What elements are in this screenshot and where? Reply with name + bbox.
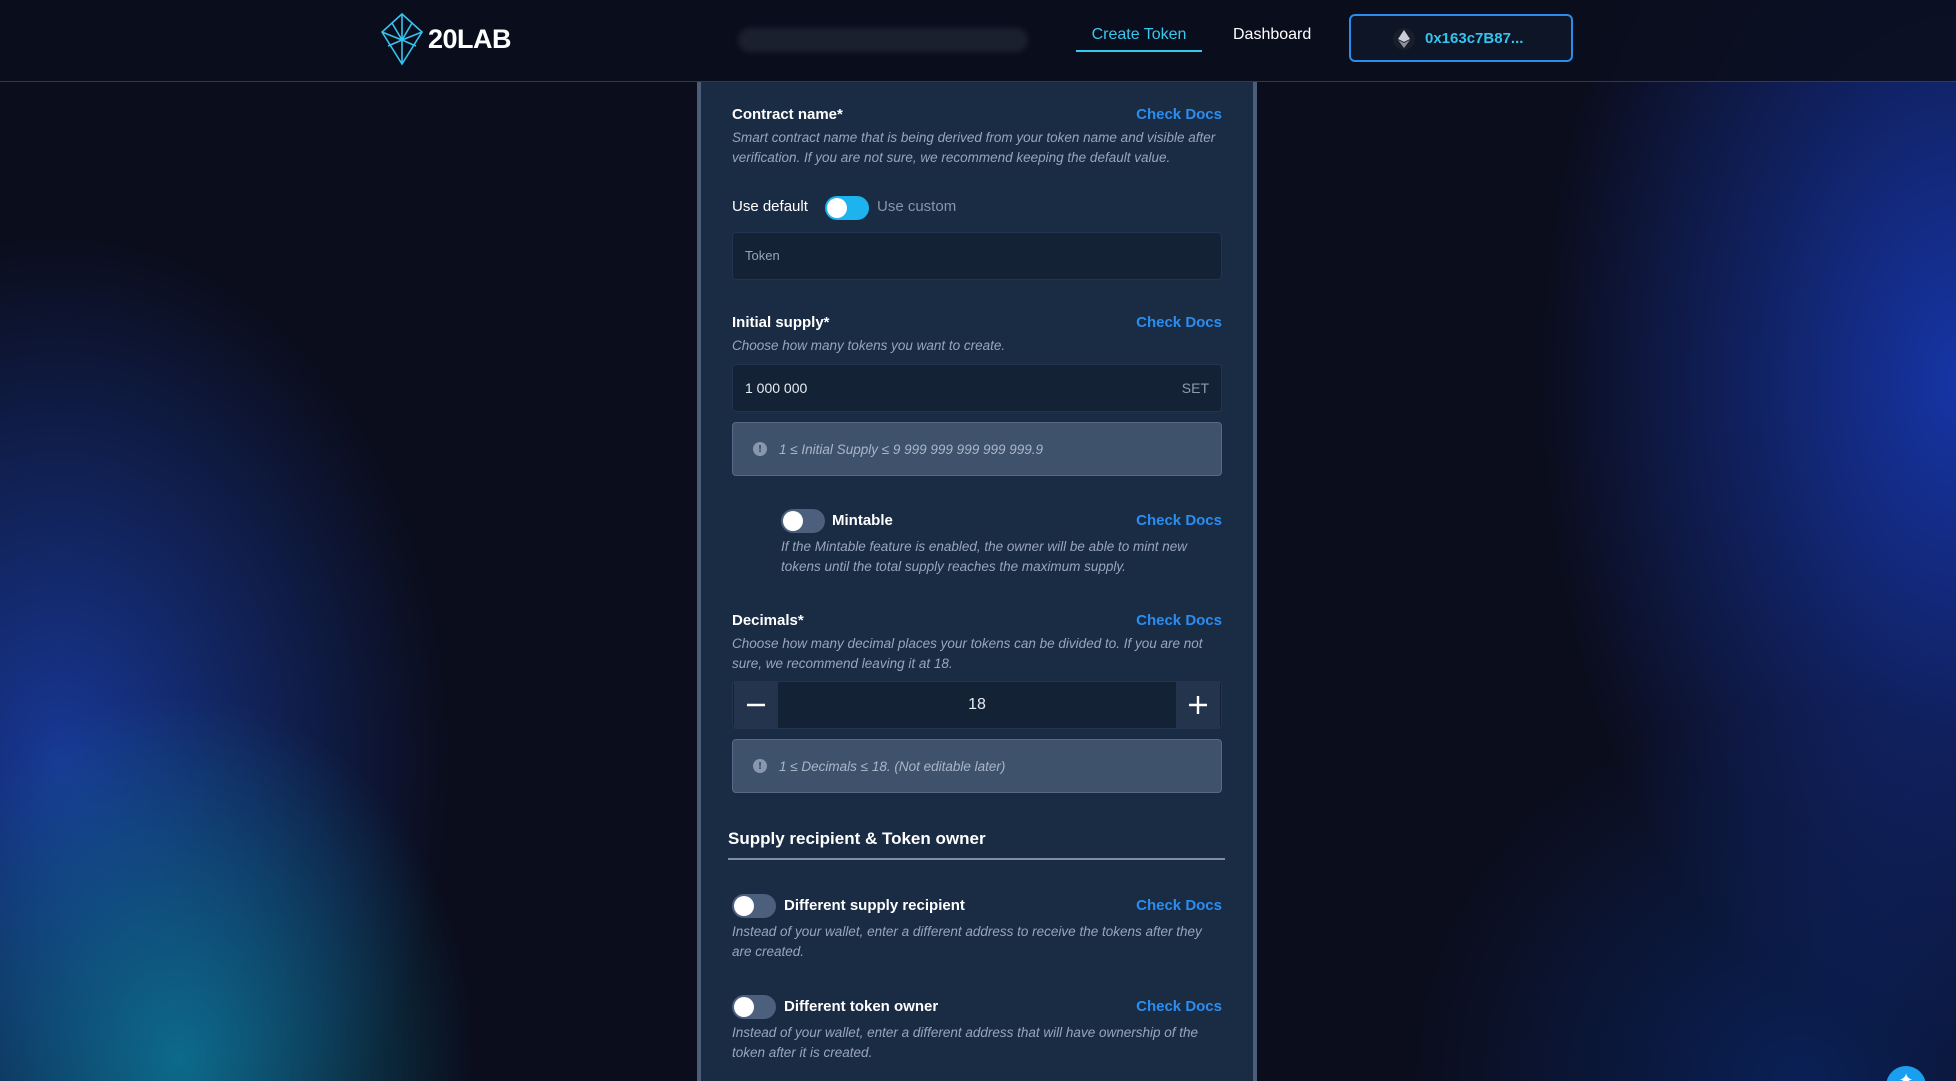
supply-section-title: Supply recipient & Token owner [728,829,986,848]
section-divider [728,858,1225,860]
different-recipient-label: Different supply recipient [784,897,965,914]
initial-supply-description: Choose how many tokens you want to creat… [732,338,1006,353]
info-icon: ! [753,759,767,773]
logo[interactable]: 20LAB [380,12,512,66]
different-recipient-docs-link[interactable]: Check Docs [1102,897,1222,914]
use-default-label: Use default [732,198,808,215]
different-owner-description: Instead of your wallet, enter a differen… [732,1025,1199,1060]
initial-supply-info: ! 1 ≤ Initial Supply ≤ 9 999 999 999 999… [732,422,1222,476]
contract-name-docs-link[interactable]: Check Docs [1102,106,1222,123]
decimals-value[interactable]: 18 [733,696,1221,714]
nav-dashboard[interactable]: Dashboard [1233,26,1311,44]
initial-supply-info-text: 1 ≤ Initial Supply ≤ 9 999 999 999 999 9… [779,441,1044,457]
different-owner-label: Different token owner [784,998,939,1015]
toggle-knob [783,511,803,531]
wallet-address: 0x163c7B87... [1425,29,1524,47]
wallet-button[interactable]: 0x163c7B87... [1349,14,1573,62]
contract-name-placeholder: Token [745,248,780,263]
ethereum-icon [1393,28,1415,50]
toggle-knob [734,997,754,1017]
logo-icon [380,12,424,66]
toggle-knob [734,896,754,916]
different-recipient-description: Instead of your wallet, enter a differen… [732,924,1202,959]
logo-text: 20LAB [428,23,512,54]
decimals-label: Decimals* [732,612,804,629]
contract-name-input[interactable]: Token [732,232,1222,280]
different-recipient-toggle[interactable] [732,894,776,918]
contract-name-description: Smart contract name that is being derive… [732,130,1216,165]
different-owner-docs-link[interactable]: Check Docs [1102,998,1222,1015]
mintable-docs-link[interactable]: Check Docs [1102,512,1222,529]
decimals-info-text: 1 ≤ Decimals ≤ 18. (Not editable later) [779,758,1006,774]
contract-name-label: Contract name* [732,106,843,123]
increment-button[interactable] [1176,682,1220,728]
initial-supply-value: 1 000 000 [745,380,808,396]
mintable-description: If the Mintable feature is enabled, the … [781,539,1187,574]
chat-icon: ✦ [1898,1070,1914,1081]
info-icon: ! [753,442,767,456]
mintable-toggle[interactable] [781,509,825,533]
different-owner-toggle[interactable] [732,995,776,1019]
initial-supply-label: Initial supply* [732,314,830,331]
initial-supply-docs-link[interactable]: Check Docs [1102,314,1222,331]
use-custom-label: Use custom [877,198,957,215]
top-header: 20LAB Create Token Dashboard 0x163c7B87.… [0,0,1956,82]
token-symbol-unit: SET [1181,380,1209,396]
blurred-search-bar [738,28,1028,52]
toggle-knob [827,198,847,218]
decimals-description: Choose how many decimal places your toke… [732,636,1203,671]
contract-name-toggle[interactable] [825,196,869,220]
nav-create-token[interactable]: Create Token [1076,26,1202,52]
decimals-docs-link[interactable]: Check Docs [1102,612,1222,629]
plus-icon [1189,696,1207,714]
initial-supply-input[interactable]: 1 000 000 SET [732,364,1222,412]
decimals-info: ! 1 ≤ Decimals ≤ 18. (Not editable later… [732,739,1222,793]
mintable-label: Mintable [832,512,893,529]
decimals-stepper: 18 [732,681,1222,729]
